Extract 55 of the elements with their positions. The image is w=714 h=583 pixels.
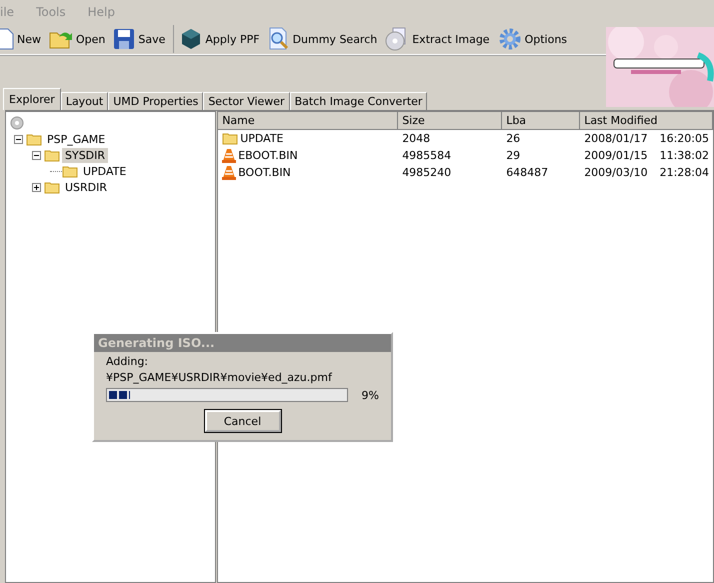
tree-item[interactable]: PSP_GAME — [44, 132, 108, 146]
column-header[interactable]: Last Modified — [580, 112, 713, 130]
toolbar-button[interactable]: Extract Image — [383, 25, 492, 53]
date-text: 2009/03/10 — [584, 166, 648, 179]
toolbar-button[interactable]: New — [0, 25, 43, 53]
time-text: 16:20:05 — [660, 132, 709, 145]
folder-icon — [44, 148, 60, 162]
cancel-button[interactable]: Cancel — [204, 410, 280, 432]
folder-icon — [62, 164, 78, 178]
dialog-title: Generating ISO... — [94, 334, 391, 352]
date-text: 2009/01/15 — [584, 149, 648, 162]
toolbar-button[interactable]: Options — [496, 25, 570, 53]
tree-item[interactable]: SYSDIR — [62, 148, 108, 162]
column-header[interactable]: Lba — [502, 112, 580, 130]
tab[interactable]: Sector Viewer — [203, 92, 290, 110]
column-header[interactable]: Name — [218, 112, 398, 130]
toolbar-button[interactable]: Open — [47, 25, 108, 53]
tree-item[interactable]: USRDIR — [62, 180, 110, 194]
traffic-cone-icon — [222, 148, 236, 163]
collapse-icon[interactable] — [14, 134, 23, 144]
table-cell[interactable]: EBOOT.BIN — [218, 148, 398, 163]
expand-icon[interactable] — [32, 182, 41, 192]
disc-icon — [10, 116, 24, 130]
percent-text: 9% — [362, 388, 379, 402]
date-text: 2008/01/17 — [584, 132, 648, 145]
table-cell[interactable]: BOOT.BIN — [218, 165, 398, 180]
folder-icon — [26, 132, 42, 146]
toolbar-button[interactable]: Apply PPF — [173, 25, 262, 53]
folder-icon — [44, 180, 60, 194]
table-cell-text: 4985584 — [401, 149, 452, 162]
time-text: 11:38:02 — [660, 149, 709, 162]
toolbar-button[interactable]: Dummy Search — [266, 25, 380, 53]
folder-icon — [222, 132, 238, 145]
table-cell[interactable]: UPDATE — [218, 132, 398, 145]
gear-icon — [498, 27, 522, 51]
collapse-icon[interactable] — [32, 150, 41, 160]
column-header[interactable]: Size — [398, 112, 502, 130]
toolbar-button[interactable]: Save — [111, 25, 168, 53]
tab[interactable]: Explorer — [3, 88, 61, 110]
cube-icon — [180, 28, 202, 50]
table-cell-text: 2048 — [401, 132, 432, 145]
tree-item[interactable]: UPDATE — [80, 164, 130, 178]
tab[interactable]: Layout — [60, 92, 108, 110]
table-cell-text: 29 — [505, 149, 522, 162]
table-cell-text: 26 — [505, 132, 522, 145]
tab[interactable]: UMD Properties — [108, 92, 204, 110]
status-label: Adding: — [105, 354, 150, 368]
table-cell-text: 648487 — [505, 166, 550, 179]
table-cell-text: 4985240 — [401, 166, 452, 179]
magnifier-document-icon — [268, 27, 290, 51]
time-text: 21:28:04 — [660, 166, 709, 179]
traffic-cone-icon — [222, 165, 236, 180]
file-path: ¥PSP_GAME¥USRDIR¥movie¥ed_azu.pmf — [105, 370, 334, 384]
tab[interactable]: Batch Image Converter — [290, 92, 428, 110]
document-icon — [0, 28, 14, 50]
